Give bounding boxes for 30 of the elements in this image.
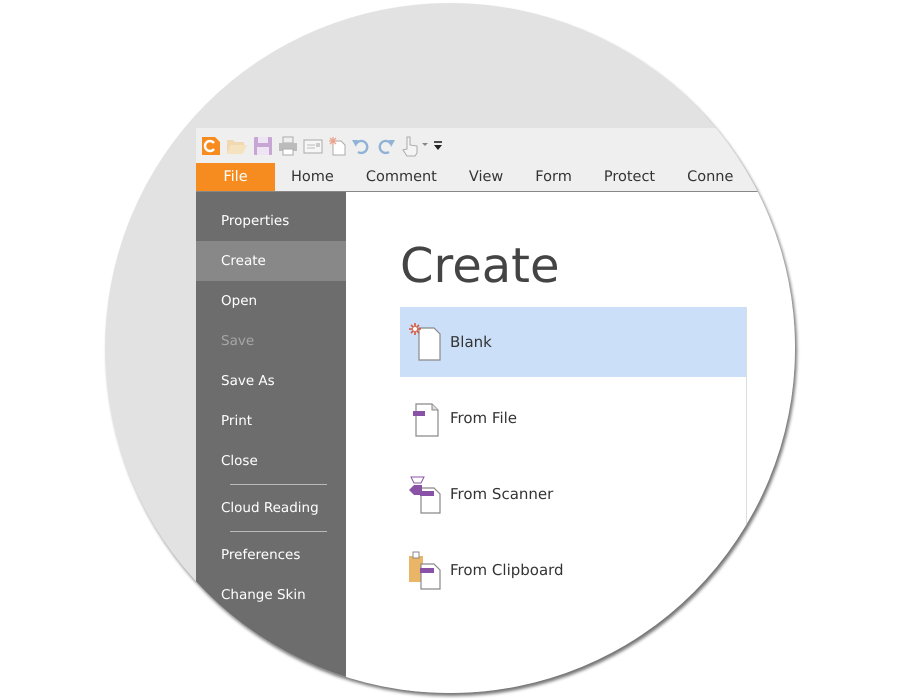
create-option[interactable]: Blank xyxy=(400,306,746,377)
sidebar-item[interactable]: Close xyxy=(196,441,346,481)
hand-pointer-icon[interactable] xyxy=(401,134,429,156)
sidebar-item[interactable]: Open xyxy=(196,281,346,321)
sidebar-item[interactable]: Change Skin xyxy=(196,575,346,615)
sidebar-item[interactable]: Create xyxy=(196,241,346,281)
ribbon-tab[interactable]: Form xyxy=(519,163,588,191)
save-icon[interactable] xyxy=(253,136,273,156)
ribbon-tab[interactable]: Protect xyxy=(588,163,672,191)
clipboard-icon xyxy=(408,550,442,590)
new-document-icon xyxy=(408,322,442,362)
create-option[interactable]: From File xyxy=(400,382,746,453)
print-icon[interactable] xyxy=(278,136,298,156)
scanner-icon xyxy=(408,474,442,514)
ribbon-tab[interactable]: Conne xyxy=(671,163,750,191)
create-option[interactable]: From Scanner xyxy=(400,458,746,529)
page-heading: Create xyxy=(400,240,560,293)
sidebar-item[interactable]: Print xyxy=(196,401,346,441)
sidebar-item[interactable]: Save As xyxy=(196,361,346,401)
sidebar-item[interactable]: Preferences xyxy=(196,535,346,575)
ribbon-tab[interactable]: Home xyxy=(275,163,350,191)
sidebar-item[interactable]: Cloud Reading xyxy=(196,488,346,528)
new-document-icon[interactable] xyxy=(328,136,346,156)
customize-toolbar-icon[interactable] xyxy=(434,140,442,150)
app-logo-icon[interactable] xyxy=(201,136,221,156)
ribbon-tab[interactable]: View xyxy=(452,163,520,191)
mail-icon[interactable] xyxy=(303,136,323,154)
ribbon-tab[interactable]: Comment xyxy=(350,163,453,191)
create-option[interactable]: From Clipboard xyxy=(400,534,746,605)
sidebar-item[interactable]: Properties xyxy=(196,201,346,241)
